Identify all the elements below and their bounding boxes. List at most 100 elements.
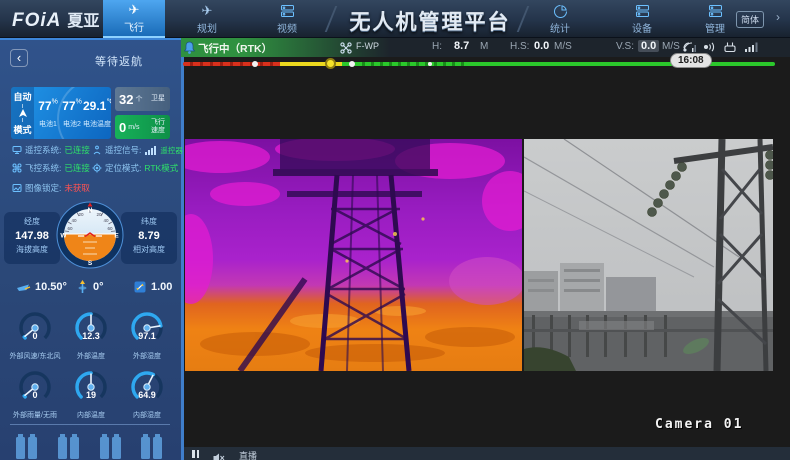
rc-signal-bars-icon [145, 146, 156, 155]
timeline-tick-marks [356, 62, 466, 66]
positioning-mode-label: 定位模式: [105, 162, 141, 174]
divider [10, 424, 170, 425]
gauge-value: 12.3 [63, 331, 119, 341]
rc-system-icon [12, 145, 22, 155]
device-icon [635, 3, 650, 19]
gauge-ext-temp: 12.3 外部温度 [63, 308, 119, 361]
battery-bank-icon [58, 437, 79, 459]
active-waypoint-marker[interactable] [325, 58, 336, 69]
battery-temp-unit: ℃ [106, 99, 111, 106]
tab-video-label: 视频 [277, 20, 297, 35]
positioning-mode-status: 定位模式: RTK模式 [92, 162, 178, 174]
battery-bank-icon [16, 437, 37, 459]
stats-pie-icon [553, 3, 568, 19]
flight-mode-panel: 自动 模式 77% 电池1 77% 电池2 29.1℃ 电池温度 [11, 87, 111, 139]
top-navigation-bar: FOiA 夏亚 ✈ 飞行 ✈ 规划 视频 无人机管理平台 统计 [0, 0, 790, 38]
tab-flight[interactable]: ✈ 飞行 [103, 0, 165, 38]
sidebar-scrollbar[interactable] [181, 57, 184, 460]
tab-management-label: 管理 [705, 20, 725, 35]
back-button[interactable]: ‹ [10, 49, 28, 67]
compass-e: E [114, 233, 119, 240]
management-icon [708, 3, 723, 19]
thermal-camera-feed[interactable] [185, 139, 522, 371]
gauge-value: 19 [63, 390, 119, 400]
timeline-segment-flown[interactable] [183, 62, 280, 66]
gauge-label: 外部湿度 [119, 351, 175, 361]
gauge-label: 外部温度 [63, 351, 119, 361]
plan-icon: ✈ [202, 3, 213, 19]
visible-camera-feed[interactable] [524, 139, 773, 371]
rc-signal-status: 遥控信号: 遥控器 [92, 144, 183, 156]
fc-system-status: 飞控系统: 已连接 [12, 162, 90, 174]
battery1-readout: 77% 电池1 [37, 97, 59, 129]
gimbal-pitch-readout: 10.50° [16, 280, 67, 293]
tab-statistics[interactable]: 统计 [529, 0, 591, 38]
gimbal-pitch-icon [16, 280, 31, 293]
yaw-value: 0° [93, 281, 104, 293]
waypoint-dot[interactable] [349, 61, 355, 67]
chevron-right-icon[interactable]: › [776, 10, 780, 24]
altitude-label: H: [432, 41, 442, 52]
flight-speed-label: 飞行速度 [150, 119, 166, 135]
positioning-mode-value: RTK模式 [144, 162, 178, 174]
return-status-text: 等待返航 [95, 53, 143, 69]
battery-temp-label: 电池温度 [83, 119, 111, 129]
mode-plane-marker-icon [19, 109, 27, 117]
rc-system-label: 遥控系统: [25, 144, 61, 156]
svg-text:60: 60 [107, 226, 113, 231]
tab-statistics-label: 统计 [550, 20, 570, 35]
mode-route-line [22, 118, 23, 122]
speaker-muted-icon[interactable] [213, 450, 225, 460]
rc-signal-icon [92, 145, 102, 155]
longitude-label: 经度 [4, 216, 60, 227]
waypoint-dot[interactable] [252, 61, 258, 67]
flight-status-text: 飞行中（RTK） [198, 41, 272, 56]
gauge-label: 外部风速/东北风 [7, 351, 63, 361]
satellite-count-value: 32 [119, 92, 133, 107]
battery2-label: 电池2 [61, 119, 83, 129]
rc-system-status: 遥控系统: 已连接 [12, 144, 90, 156]
positioning-icon [92, 163, 102, 173]
altitude-value: 8.7 [454, 40, 469, 52]
h-speed-label: H.S: [510, 41, 529, 52]
telemetry-sidebar: ‹ 等待返航 自动 模式 77% 电池1 77% 电池2 29.1℃ 电池温度 [0, 38, 181, 460]
sea-altitude-value: 147.98 [4, 230, 60, 242]
image-lock-label: 图像锁定: [25, 182, 61, 194]
alert-bell-icon[interactable] [183, 41, 196, 60]
yaw-icon [76, 280, 89, 294]
flight-icon: ✈ [129, 2, 140, 18]
image-lock-value: 未获取 [64, 182, 90, 194]
satellite-count-panel: 32 个 卫星 [115, 87, 170, 111]
tab-planning[interactable]: ✈ 规划 [176, 0, 238, 38]
pause-button[interactable] [192, 450, 199, 458]
satellite-count-unit: 个 [135, 94, 142, 104]
sea-altitude-label: 海拔高度 [4, 244, 60, 255]
gauge-int-humidity: 64.9内部湿度 [119, 367, 175, 420]
language-button[interactable]: 简体 [736, 11, 764, 28]
gauge-ext-humidity: 97.1外部湿度 [119, 308, 175, 361]
battery-temp-value: 29.1 [83, 99, 106, 113]
signal-bars-icon [744, 41, 758, 53]
battery-temp-readout: 29.1℃ 电池温度 [83, 97, 111, 129]
h-speed-value: 0.0 [534, 40, 549, 52]
uav-management-app: FOiA 夏亚 ✈ 飞行 ✈ 规划 视频 无人机管理平台 统计 [0, 0, 790, 460]
relative-altitude-label: 相对高度 [121, 244, 177, 255]
gauge-wind: 0外部风速/东北风 [7, 308, 63, 361]
h-speed-unit: M/S [554, 41, 572, 52]
satellite-label: 卫星 [150, 95, 166, 103]
v-speed-unit: M/S [662, 41, 680, 52]
zoom-factor-readout: 1.00 [133, 280, 172, 294]
waypoint-dot[interactable] [428, 62, 432, 66]
gauge-value: 0 [7, 390, 63, 400]
brand-logo: FOiA 夏亚 [12, 7, 99, 32]
tab-planning-label: 规划 [197, 20, 217, 35]
longitude-altitude-panel: 经度 147.98 海拔高度 [4, 212, 60, 264]
gauge-rain: 0 外部雨量/无雨 [7, 367, 63, 420]
compass-s: S [88, 260, 93, 267]
tab-devices[interactable]: 设备 [611, 0, 673, 38]
image-lock-status: 图像锁定: 未获取 [12, 182, 90, 194]
battery2-value: 77 [62, 99, 75, 113]
tab-video[interactable]: 视频 [256, 0, 318, 38]
gauge-label: 外部雨量/无雨 [7, 410, 63, 420]
altitude-unit: M [480, 41, 488, 52]
